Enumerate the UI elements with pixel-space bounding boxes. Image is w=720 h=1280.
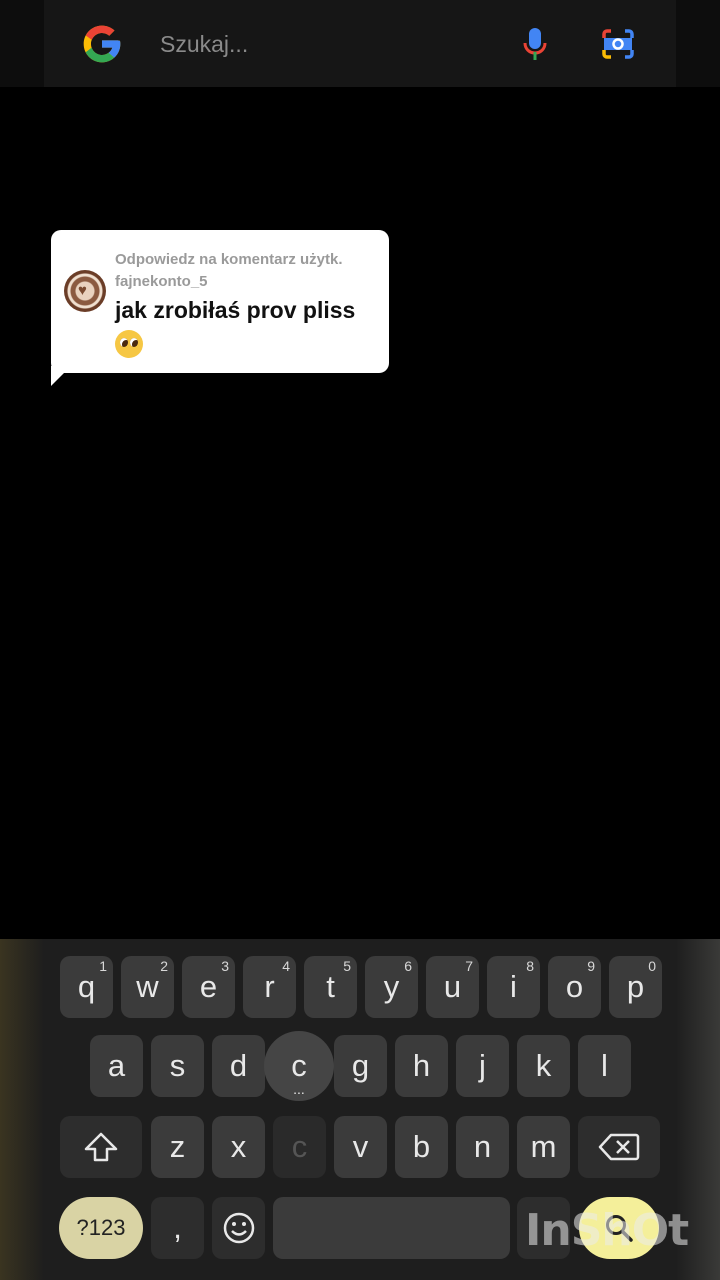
camera-lens-icon[interactable] [601,28,635,60]
key-p[interactable]: p0 [609,956,662,1018]
shift-button[interactable] [60,1116,142,1178]
pressed-key-label: c [291,1048,307,1083]
key-k[interactable]: k [517,1035,570,1097]
key-h[interactable]: h [395,1035,448,1097]
avatar: ♥ [64,270,106,312]
key-m[interactable]: m [517,1116,570,1178]
keyboard-edge-left [0,939,44,1280]
symbols-button[interactable]: ?123 [59,1197,143,1259]
emoji-button[interactable] [212,1197,265,1259]
key-o[interactable]: o9 [548,956,601,1018]
key-l[interactable]: l [578,1035,631,1097]
key-d[interactable]: d [212,1035,265,1097]
key-j[interactable]: j [456,1035,509,1097]
key-g[interactable]: g [334,1035,387,1097]
key-u[interactable]: u7 [426,956,479,1018]
search-bar-edge-left [0,0,44,87]
reply-header: Odpowiedz na komentarz użytk. [115,251,343,268]
shift-icon [84,1132,118,1162]
key-e[interactable]: e3 [182,956,235,1018]
key-y[interactable]: y6 [365,956,418,1018]
key-t[interactable]: t5 [304,956,357,1018]
bubble-tail [51,366,71,386]
smiley-icon [223,1212,254,1244]
comment-text: jak zrobiłaś prov pliss [115,297,356,323]
key-q[interactable]: q1 [60,956,113,1018]
search-bar-edge-right [676,0,720,87]
key-a[interactable]: a [90,1035,143,1097]
key-c[interactable]: c [273,1116,326,1178]
key-c-pressed-popup[interactable]: c ... [264,1031,334,1101]
key-x[interactable]: x [212,1116,265,1178]
space-bar[interactable] [273,1197,510,1259]
key-s[interactable]: s [151,1035,204,1097]
pleading-face-emoji-icon [115,329,143,358]
key-z[interactable]: z [151,1116,204,1178]
heart-icon: ♥ [78,282,87,299]
backspace-icon [598,1133,640,1161]
more-chars-dots: ... [293,1081,305,1097]
comment-text-block: jak zrobiłaś prov pliss [115,295,380,358]
backspace-button[interactable] [578,1116,660,1178]
search-input[interactable] [160,26,490,62]
key-v[interactable]: v [334,1116,387,1178]
key-r[interactable]: r4 [243,956,296,1018]
comma-key[interactable]: , [151,1197,204,1259]
reply-meta: Odpowiedz na komentarz użytk. fajnekonto… [115,249,343,293]
key-n[interactable]: n [456,1116,509,1178]
search-bar [0,0,720,87]
key-i[interactable]: i8 [487,956,540,1018]
key-b[interactable]: b [395,1116,448,1178]
key-w[interactable]: w2 [121,956,174,1018]
google-g-icon[interactable] [80,22,124,66]
reply-username: fajnekonto_5 [115,273,208,290]
inshot-watermark: InShOt [525,1205,689,1256]
microphone-icon[interactable] [522,26,548,62]
